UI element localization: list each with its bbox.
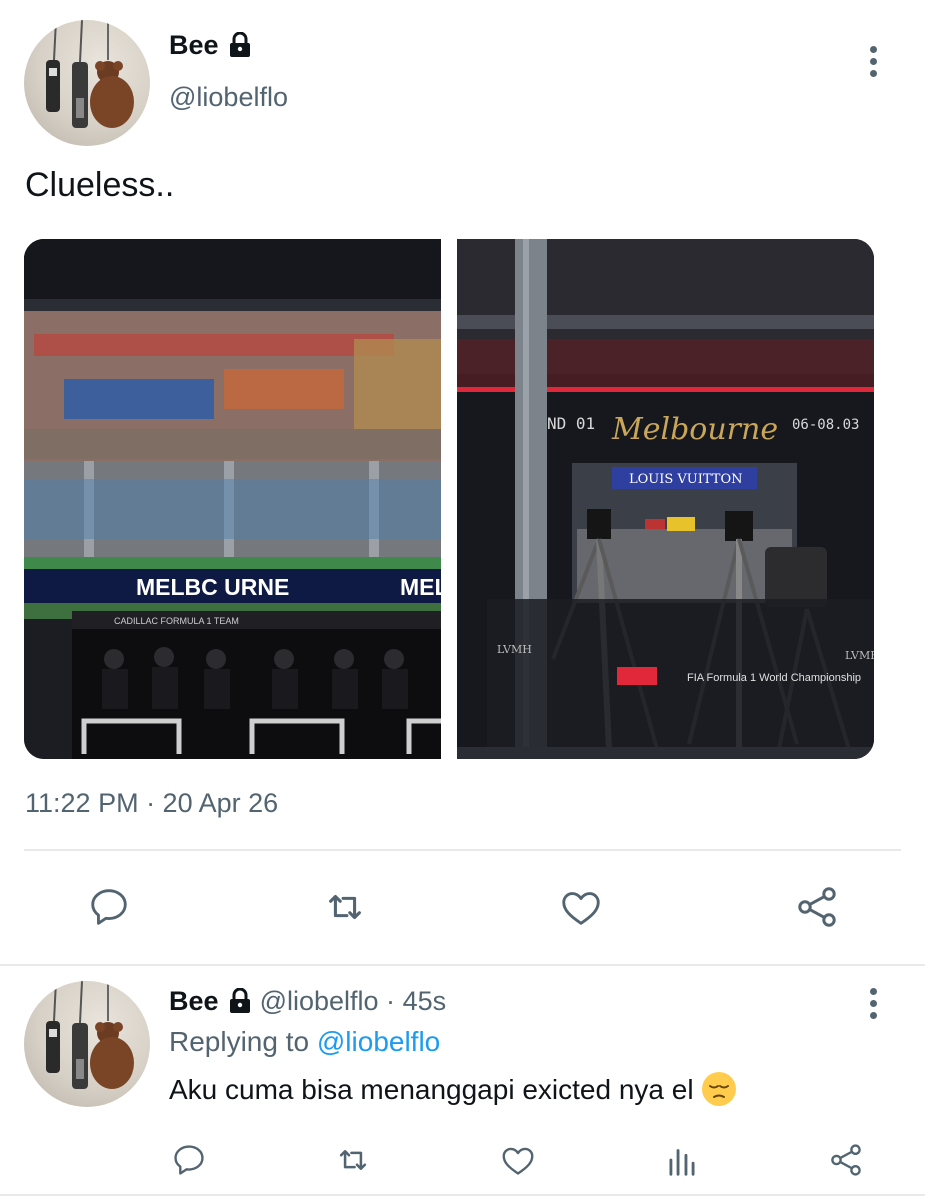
author-name[interactable]: Bee [169,30,252,61]
share-button[interactable] [788,880,846,934]
reply-retweet-button[interactable] [330,1140,376,1180]
reply-reply-button[interactable] [166,1140,212,1180]
separator-dot: · [386,986,396,1016]
reply-text: Aku cuma bisa menanggapi exicted nya el [169,1074,694,1105]
analytics-icon [669,1149,695,1176]
author-avatar[interactable] [24,20,150,146]
reply-more-options-button[interactable] [858,984,888,1024]
replying-to-prefix: Replying to [169,1026,310,1057]
divider [0,964,925,966]
reply-button[interactable] [80,880,138,934]
divider [24,849,901,851]
dates-text: 06-08.03 [792,417,859,433]
pensive-face-icon [702,1071,737,1106]
like-icon [502,1147,534,1175]
lock-icon [230,987,251,1013]
tweet-timestamp[interactable]: 11:22 PM · 20 Apr 26 [25,788,278,819]
reply-share-button[interactable] [823,1140,869,1180]
share-icon [798,887,836,927]
more-options-button[interactable] [858,42,888,82]
replying-to: Replying to @liobelflo [169,1026,440,1058]
tweet-photo-right[interactable]: ND 01 Melbourne 06-08.03 LOUIS VUITTON F… [457,239,874,759]
reply-icon [91,889,127,925]
share-icon [831,1144,861,1176]
reply-header: Bee @liobelflo · 45s [169,986,446,1017]
fia-text: FIA Formula 1 World Championship [687,672,861,684]
reply-time[interactable]: 45s [403,986,447,1016]
reply-icon [174,1145,204,1175]
round-text: ND 01 [547,414,595,433]
tweet-text: Clueless.. [25,166,175,204]
divider [0,1194,925,1196]
lvmh-right-text: LVMH [845,649,874,662]
city-script-text: Melbourne [611,412,778,447]
retweet-icon [329,894,361,920]
like-icon [562,892,600,925]
reply-text-row: Aku cuma bisa menanggapi exicted nya el [169,1071,737,1107]
screen-brand-text: LOUIS VUITTON [629,472,743,487]
reply-like-button[interactable] [495,1140,541,1180]
tweet-photo-left[interactable]: MELBC URNE MEL CADILLAC FORMULA 1 TEAM [24,239,441,759]
like-button[interactable] [552,880,610,934]
banner-text-right: MEL [400,574,441,600]
retweet-button[interactable] [316,880,374,934]
author-handle[interactable]: @liobelflo [169,82,288,113]
reply-analytics-button[interactable] [659,1140,705,1180]
reply-handle[interactable]: @liobelflo [260,986,379,1016]
reply-author-avatar[interactable] [24,981,150,1107]
lock-icon [230,31,251,57]
reply-display-name[interactable]: Bee [169,986,219,1016]
banner-text: MELBC URNE [136,574,289,600]
lvmh-left-text: LVMH [497,643,532,656]
pit-wall-label: CADILLAC FORMULA 1 TEAM [114,616,239,626]
display-name[interactable]: Bee [169,30,219,60]
retweet-icon [339,1150,367,1170]
replying-to-handle[interactable]: @liobelflo [317,1026,440,1057]
